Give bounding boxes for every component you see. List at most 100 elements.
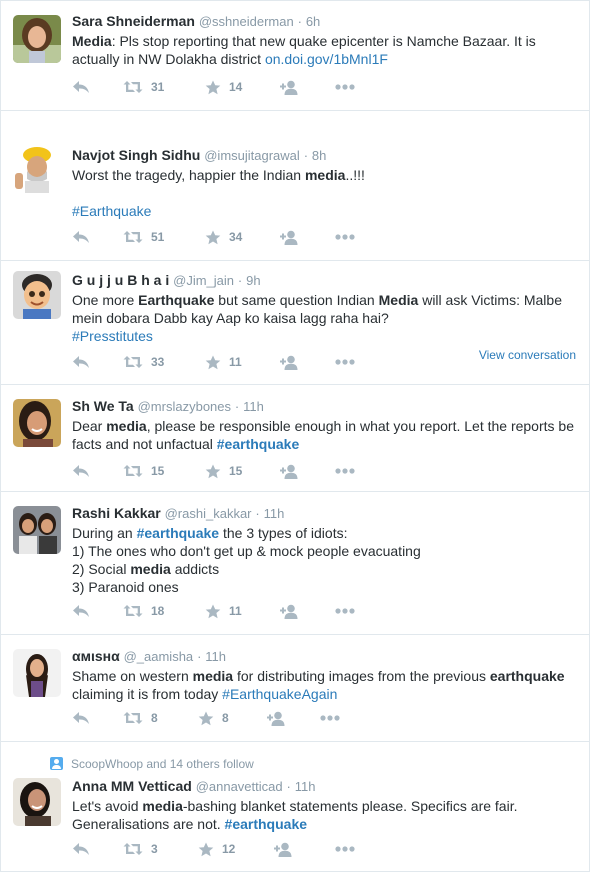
timestamp[interactable]: 11h (205, 649, 226, 664)
follow-button[interactable] (280, 77, 300, 97)
favorite-button[interactable]: 34 (205, 227, 242, 247)
tweet-actions: 31 14 (72, 77, 372, 97)
follow-context-text[interactable]: ScoopWhoop and 14 others follow (71, 757, 254, 771)
hashtag-link[interactable]: #earthquake (137, 525, 219, 541)
reply-button[interactable] (72, 461, 90, 481)
reply-button[interactable] (72, 227, 90, 247)
avatar[interactable] (13, 145, 61, 193)
reply-button[interactable] (72, 839, 90, 859)
more-icon (320, 715, 340, 721)
hashtag-link[interactable]: #Earthquake (72, 203, 151, 219)
timestamp[interactable]: 6h (306, 14, 320, 29)
follow-button[interactable] (267, 708, 287, 728)
hashtag-link[interactable]: #Presstitutes (72, 328, 153, 344)
hashtag-link[interactable]: #earthquake (225, 816, 307, 832)
retweet-button[interactable]: 31 (123, 77, 164, 97)
timestamp[interactable]: 9h (246, 273, 260, 288)
avatar[interactable] (13, 506, 61, 554)
more-button[interactable] (335, 839, 355, 859)
avatar[interactable] (13, 778, 61, 826)
more-button[interactable] (320, 708, 340, 728)
username[interactable]: @annavetticad (196, 779, 283, 794)
username[interactable]: @mrslazybones (138, 399, 231, 414)
follow-icon (274, 842, 294, 857)
fullname[interactable]: Sh We Ta (72, 398, 134, 414)
star-icon (198, 842, 214, 857)
follow-icon (280, 230, 300, 245)
favorite-button[interactable]: 11 (205, 601, 242, 621)
more-button[interactable] (335, 461, 355, 481)
follow-button[interactable] (274, 839, 294, 859)
tweet-text: During an #earthquake the 3 types of idi… (72, 524, 579, 596)
username[interactable]: @rashi_kakkar (165, 506, 252, 521)
username[interactable]: @_aamisha (124, 649, 194, 664)
retweet-button[interactable]: 15 (123, 461, 164, 481)
tweet[interactable]: ScoopWhoop and 14 others follow Anna MM … (1, 742, 589, 871)
tweet-link[interactable]: on.doi.gov/1bMnl1F (265, 51, 388, 67)
separator: · (303, 148, 309, 163)
retweet-button[interactable]: 33 (123, 352, 164, 372)
more-icon (335, 608, 355, 614)
tweet-text: Media: Pls stop reporting that new quake… (72, 32, 579, 68)
favorite-button[interactable]: 8 (198, 708, 229, 728)
follow-button[interactable] (280, 352, 300, 372)
tweet[interactable]: Rashi Kakkar @rashi_kakkar · 11h During … (1, 492, 589, 635)
timestamp[interactable]: 11h (243, 399, 264, 414)
retweet-button[interactable]: 51 (123, 227, 164, 247)
username[interactable]: @sshneiderman (199, 14, 294, 29)
tweet[interactable]: Navjot Singh Sidhu @imsujitagrawal · 8h … (1, 111, 589, 261)
follow-button[interactable] (280, 461, 300, 481)
fullname[interactable]: Sara Shneiderman (72, 13, 195, 29)
hashtag-link[interactable]: #EarthquakeAgain (222, 686, 337, 702)
tweet[interactable]: Sh We Ta @mrslazybones · 11h Dear media,… (1, 385, 589, 492)
reply-button[interactable] (72, 601, 90, 621)
fullname[interactable]: Navjot Singh Sidhu (72, 147, 200, 163)
fullname[interactable]: G u j j u B h a i (72, 272, 169, 288)
tweet-text-segment: but same question Indian (214, 292, 379, 308)
favorite-button[interactable]: 12 (198, 839, 235, 859)
retweet-icon (123, 842, 143, 856)
retweet-button[interactable]: 8 (123, 708, 158, 728)
retweet-count: 51 (151, 230, 165, 244)
highlighted-term: Media (72, 33, 112, 49)
more-icon (335, 234, 355, 240)
follow-button[interactable] (280, 601, 300, 621)
timestamp[interactable]: 11h (264, 506, 285, 521)
favorite-button[interactable]: 11 (205, 352, 242, 372)
username[interactable]: @Jim_jain (173, 273, 234, 288)
view-conversation-link[interactable]: View conversation (479, 348, 576, 362)
retweet-button[interactable]: 18 (123, 601, 164, 621)
reply-button[interactable] (72, 77, 90, 97)
more-button[interactable] (335, 77, 355, 97)
more-button[interactable] (335, 352, 355, 372)
separator: · (234, 399, 240, 414)
avatar[interactable] (13, 649, 61, 697)
tweet-text: One more Earthquake but same question In… (72, 291, 579, 345)
more-icon (335, 468, 355, 474)
timestamp[interactable]: 8h (312, 148, 326, 163)
avatar[interactable] (13, 15, 61, 63)
tweet-text: Dear media, please be responsible enough… (72, 417, 579, 453)
more-button[interactable] (335, 601, 355, 621)
fullname[interactable]: αмιѕнα (72, 648, 120, 664)
favorite-button[interactable]: 15 (205, 461, 242, 481)
hashtag-link[interactable]: #earthquake (217, 436, 299, 452)
fullname[interactable]: Rashi Kakkar (72, 505, 161, 521)
username[interactable]: @imsujitagrawal (204, 148, 300, 163)
tweet-actions: 33 11 (72, 352, 372, 372)
more-button[interactable] (335, 227, 355, 247)
follow-button[interactable] (280, 227, 300, 247)
reply-button[interactable] (72, 708, 90, 728)
favorite-button[interactable]: 14 (205, 77, 242, 97)
tweet[interactable]: G u j j u B h a i @Jim_jain · 9h One mor… (1, 261, 589, 385)
retweet-button[interactable]: 3 (123, 839, 158, 859)
timestamp[interactable]: 11h (295, 779, 316, 794)
reply-button[interactable] (72, 352, 90, 372)
follow-icon (267, 711, 287, 726)
avatar[interactable] (13, 399, 61, 447)
tweet[interactable]: αмιѕнα @_aamisha · 11h Shame on western … (1, 635, 589, 742)
avatar[interactable] (13, 271, 61, 319)
tweet-text-segment: One more (72, 292, 139, 308)
tweet[interactable]: Sara Shneiderman @sshneiderman · 6h Medi… (1, 1, 589, 111)
fullname[interactable]: Anna MM Vetticad (72, 778, 192, 794)
